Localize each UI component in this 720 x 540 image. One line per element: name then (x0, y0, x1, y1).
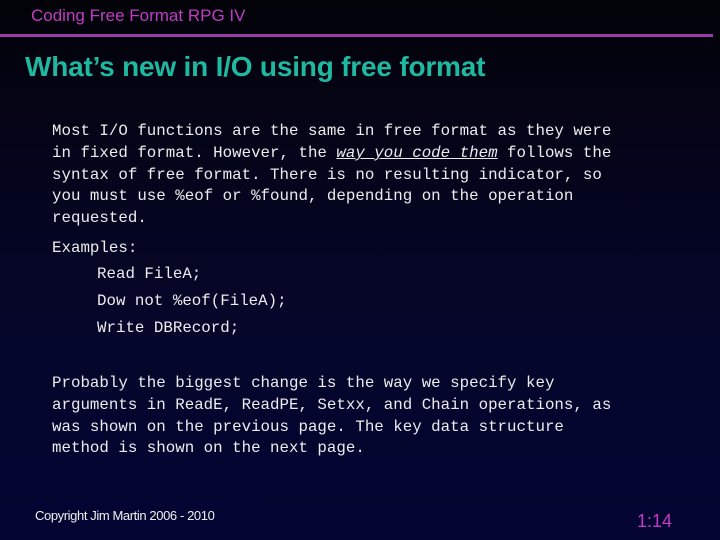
header-divider (0, 34, 713, 37)
copyright-notice: Copyright Jim Martin 2006 - 2010 (35, 508, 215, 523)
summary-line-1: Probably the biggest change is the way w… (52, 374, 555, 392)
code-example: Write DBRecord; (97, 319, 240, 337)
intro-line-3: syntax of free format. There is no resul… (52, 165, 602, 184)
slide-title: What’s new in I/O using free format (25, 51, 486, 82)
examples-label: Examples: (52, 239, 138, 257)
page-number: 1:14 (637, 511, 673, 531)
intro-line-1: Most I/O functions are the same in free … (52, 122, 612, 140)
emphasized-phrase: way you code them (336, 143, 498, 162)
summary-line-3: was shown on the previous page. The key … (52, 417, 564, 436)
summary-paragraph: Probably the biggest change is the way w… (52, 373, 611, 460)
intro-line-2-end: follows the (497, 143, 612, 162)
intro-paragraph: Most I/O functions are the same in free … (52, 121, 611, 230)
summary-line-4: method is shown on the next page. (52, 439, 365, 458)
intro-line-4: you must use %eof or %found, depending o… (52, 187, 574, 206)
intro-line-5: requested. (52, 209, 147, 228)
code-example: Read FileA; (97, 265, 202, 283)
code-example: Dow not %eof(FileA); (97, 292, 287, 310)
summary-line-2: arguments in ReadE, ReadPE, Setxx, and C… (52, 395, 612, 414)
header-title: Coding Free Format RPG IV (31, 6, 246, 25)
intro-line-2-start: in fixed format. However, the (52, 143, 337, 162)
